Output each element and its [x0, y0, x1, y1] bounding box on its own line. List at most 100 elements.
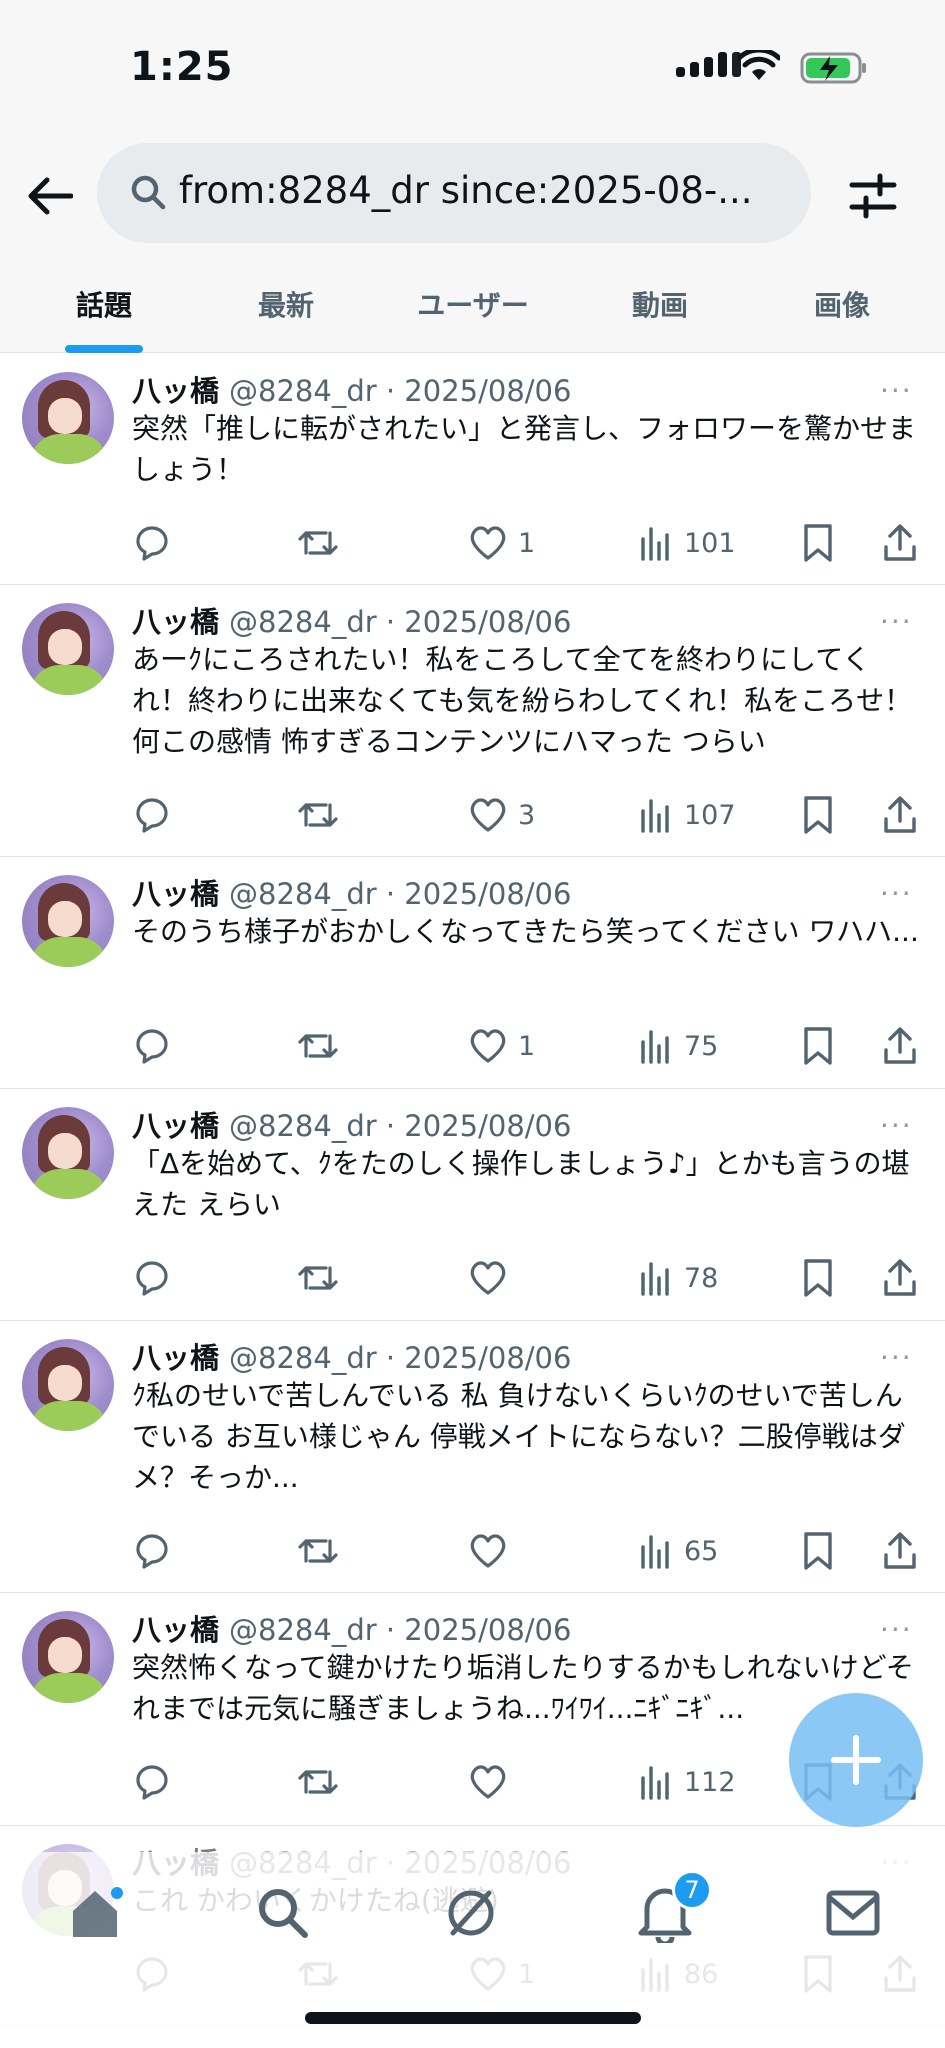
display-name[interactable]: 八ッ橋 [132, 605, 219, 639]
display-name[interactable]: 八ッ橋 [132, 877, 219, 911]
reply-button[interactable] [132, 518, 172, 568]
bookmark-button[interactable] [802, 1526, 834, 1576]
handle-and-date: @8284_dr · 2025/08/06 [229, 1613, 572, 1647]
tweet-text: 突然「推しに転がされたい」と発言し、フォロワーを驚かせましょう！ [132, 412, 917, 486]
reply-button[interactable] [132, 1021, 172, 1071]
retweet-button[interactable] [296, 1253, 340, 1303]
bookmark-button[interactable] [802, 518, 834, 568]
like-button[interactable] [468, 1526, 518, 1576]
search-icon [259, 1889, 308, 1938]
compose-button[interactable] [789, 1693, 923, 1827]
retweet-icon [298, 803, 338, 827]
views-button[interactable]: 78 [638, 1253, 718, 1303]
retweet-button[interactable] [296, 1757, 340, 1807]
avatar[interactable] [22, 603, 114, 695]
retweet-icon [298, 1539, 338, 1563]
nav-explore[interactable] [248, 1878, 318, 1948]
tab-top[interactable]: 話題 [14, 255, 194, 353]
nav-home[interactable] [60, 1878, 130, 1948]
retweet-icon [298, 1770, 338, 1794]
tweet-item[interactable]: 八ッ橋 @8284_dr · 2025/08/06 ··· 突然「推しに転がされた… [0, 354, 945, 585]
tweet-item[interactable]: 八ッ橋 @8284_dr · 2025/08/06 ··· あーｸにころされたい！… [0, 585, 945, 857]
share-button[interactable] [882, 518, 918, 568]
avatar[interactable] [22, 1611, 114, 1703]
tab-videos[interactable]: 動画 [570, 255, 750, 353]
reply-button[interactable] [132, 1757, 172, 1807]
share-icon [884, 796, 916, 833]
tweet-item[interactable]: 八ッ橋 @8284_dr · 2025/08/06 ··· そのうち様子がおかしく… [0, 857, 945, 1089]
search-input[interactable]: from:8284_dr since:2025-08-... [97, 143, 811, 243]
view-count: 112 [684, 1766, 736, 1798]
more-options-button[interactable]: ··· [880, 1109, 913, 1142]
display-name[interactable]: 八ッ橋 [132, 1613, 219, 1647]
bookmark-button[interactable] [802, 1021, 834, 1071]
share-button[interactable] [882, 1253, 918, 1303]
display-name[interactable]: 八ッ橋 [132, 1341, 219, 1375]
tweet-item[interactable]: 八ッ橋 @8284_dr · 2025/08/06 ··· ｸ私のせいで苦しんでい… [0, 1321, 945, 1593]
views-button[interactable]: 107 [638, 790, 736, 840]
tab-label: 話題 [75, 289, 132, 322]
more-options-button[interactable]: ··· [880, 374, 913, 407]
sliders-icon [849, 173, 897, 219]
tweet-actions: 65 [132, 1526, 932, 1576]
reply-button[interactable] [132, 1526, 172, 1576]
share-button[interactable] [882, 1526, 918, 1576]
views-button[interactable]: 75 [638, 1021, 718, 1071]
tweet-text: そのうち様子がおかしくなってきたら笑ってください ワハハ... [132, 915, 919, 948]
tab-images[interactable]: 画像 [752, 255, 932, 353]
like-button[interactable]: 3 [468, 790, 535, 840]
more-options-button[interactable]: ··· [880, 1341, 913, 1374]
tweet-item[interactable]: 八ッ橋 @8284_dr · 2025/08/06 ··· 「Δを始めて、ｸをたの… [0, 1089, 945, 1321]
bookmark-button[interactable] [802, 1253, 834, 1303]
views-button[interactable]: 65 [638, 1526, 718, 1576]
more-options-button[interactable]: ··· [880, 605, 913, 638]
active-tab-indicator [65, 345, 143, 353]
search-header: from:8284_dr since:2025-08-... [0, 135, 945, 255]
filter-button[interactable] [848, 171, 904, 227]
avatar[interactable] [22, 1339, 114, 1431]
tweet-header: 八ッ橋 @8284_dr · 2025/08/06 [132, 871, 571, 913]
like-button[interactable]: 1 [468, 518, 535, 568]
tab-users[interactable]: ユーザー [378, 255, 568, 353]
share-button[interactable] [882, 1021, 918, 1071]
like-count: 3 [518, 799, 536, 831]
reply-button[interactable] [132, 1253, 172, 1303]
bookmark-button[interactable] [802, 790, 834, 840]
back-button[interactable] [22, 168, 78, 224]
avatar[interactable] [22, 1107, 114, 1199]
tab-label: 動画 [631, 289, 688, 322]
retweet-icon [298, 531, 338, 555]
handle-and-date: @8284_dr · 2025/08/06 [229, 1341, 572, 1375]
views-chart-icon [641, 527, 669, 561]
views-button[interactable]: 101 [638, 518, 736, 568]
like-button[interactable] [468, 1757, 518, 1807]
handle-and-date: @8284_dr · 2025/08/06 [229, 605, 572, 639]
view-count: 101 [684, 527, 736, 559]
retweet-button[interactable] [296, 1526, 340, 1576]
reply-button[interactable] [132, 790, 172, 840]
retweet-button[interactable] [296, 1021, 340, 1071]
retweet-button[interactable] [296, 518, 340, 568]
tab-latest[interactable]: 最新 [196, 255, 376, 353]
plus-icon [831, 1735, 881, 1785]
reply-icon [136, 1534, 168, 1569]
views-chart-icon [641, 1262, 669, 1296]
share-button[interactable] [882, 790, 918, 840]
tweet-header: 八ッ橋 @8284_dr · 2025/08/06 [132, 1607, 571, 1649]
more-options-button[interactable]: ··· [880, 1613, 913, 1646]
battery-charging-icon [800, 52, 866, 84]
like-button[interactable] [468, 1253, 518, 1303]
avatar[interactable] [22, 372, 114, 464]
display-name[interactable]: 八ッ橋 [132, 374, 219, 408]
retweet-button[interactable] [296, 790, 340, 840]
nav-grok[interactable] [436, 1878, 506, 1948]
like-button[interactable]: 1 [468, 1021, 535, 1071]
views-button[interactable]: 112 [638, 1757, 736, 1807]
tweet-header: 八ッ橋 @8284_dr · 2025/08/06 [132, 599, 571, 641]
avatar[interactable] [22, 875, 114, 967]
cellular-signal-icon [676, 52, 741, 77]
tweet-actions: 78 [132, 1253, 932, 1303]
nav-messages[interactable] [818, 1878, 888, 1948]
more-options-button[interactable]: ··· [880, 877, 913, 910]
display-name[interactable]: 八ッ橋 [132, 1109, 219, 1143]
